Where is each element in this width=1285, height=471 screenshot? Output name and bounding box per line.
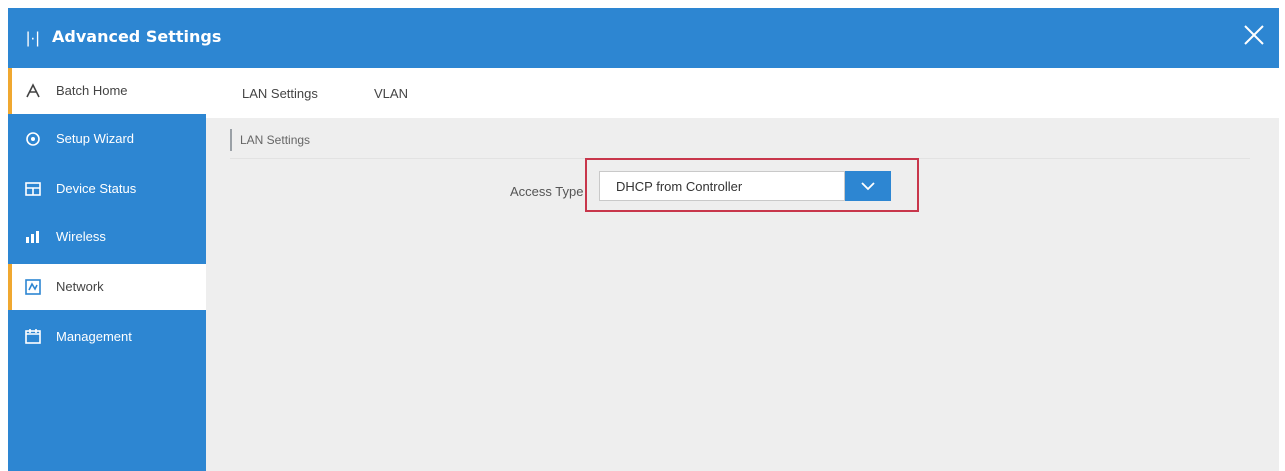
access-type-select[interactable]: DHCP from Controller bbox=[599, 171, 845, 201]
active-marker bbox=[8, 264, 12, 310]
sidebar-item-network[interactable]: Network bbox=[8, 264, 206, 310]
wizard-icon bbox=[24, 130, 42, 148]
tab-vlan[interactable]: VLAN bbox=[374, 86, 408, 101]
sidebar-item-label: Wireless bbox=[56, 229, 106, 244]
sidebar-item-device-status[interactable]: Device Status bbox=[8, 166, 206, 212]
access-type-label: Access Type bbox=[510, 184, 584, 199]
sidebar-item-setup-wizard[interactable]: Setup Wizard bbox=[8, 116, 206, 162]
sidebar-item-management[interactable]: Management bbox=[8, 314, 206, 360]
chevron-down-icon[interactable] bbox=[845, 171, 891, 201]
sidebar-item-label: Management bbox=[56, 329, 132, 344]
close-icon[interactable] bbox=[1241, 22, 1267, 48]
management-icon bbox=[24, 328, 42, 346]
home-icon bbox=[24, 82, 42, 100]
wireless-icon bbox=[24, 228, 42, 246]
access-type-value: DHCP from Controller bbox=[616, 179, 743, 194]
status-icon bbox=[24, 180, 42, 198]
section-title: LAN Settings bbox=[230, 129, 310, 151]
sidebar-item-label: Setup Wizard bbox=[56, 131, 135, 146]
advanced-settings-dialog: |·| Advanced Settings Batch Home Setup W… bbox=[8, 8, 1279, 471]
sidebar-item-label: Network bbox=[56, 279, 104, 294]
active-marker bbox=[8, 68, 12, 114]
sidebar-item-batch-home[interactable]: Batch Home bbox=[8, 68, 206, 114]
tab-lan-settings[interactable]: LAN Settings bbox=[242, 86, 318, 101]
network-icon bbox=[24, 278, 42, 296]
sidebar: Batch Home Setup Wizard Device Status Wi… bbox=[8, 68, 206, 471]
dialog-title: Advanced Settings bbox=[52, 27, 222, 46]
settings-bracket-icon: |·| bbox=[26, 30, 40, 47]
tab-bar: LAN Settings VLAN bbox=[206, 68, 1279, 118]
sidebar-item-label: Device Status bbox=[56, 181, 137, 196]
sidebar-item-label: Batch Home bbox=[56, 83, 128, 98]
sidebar-item-wireless[interactable]: Wireless bbox=[8, 214, 206, 260]
dialog-titlebar: |·| Advanced Settings bbox=[8, 8, 1279, 68]
